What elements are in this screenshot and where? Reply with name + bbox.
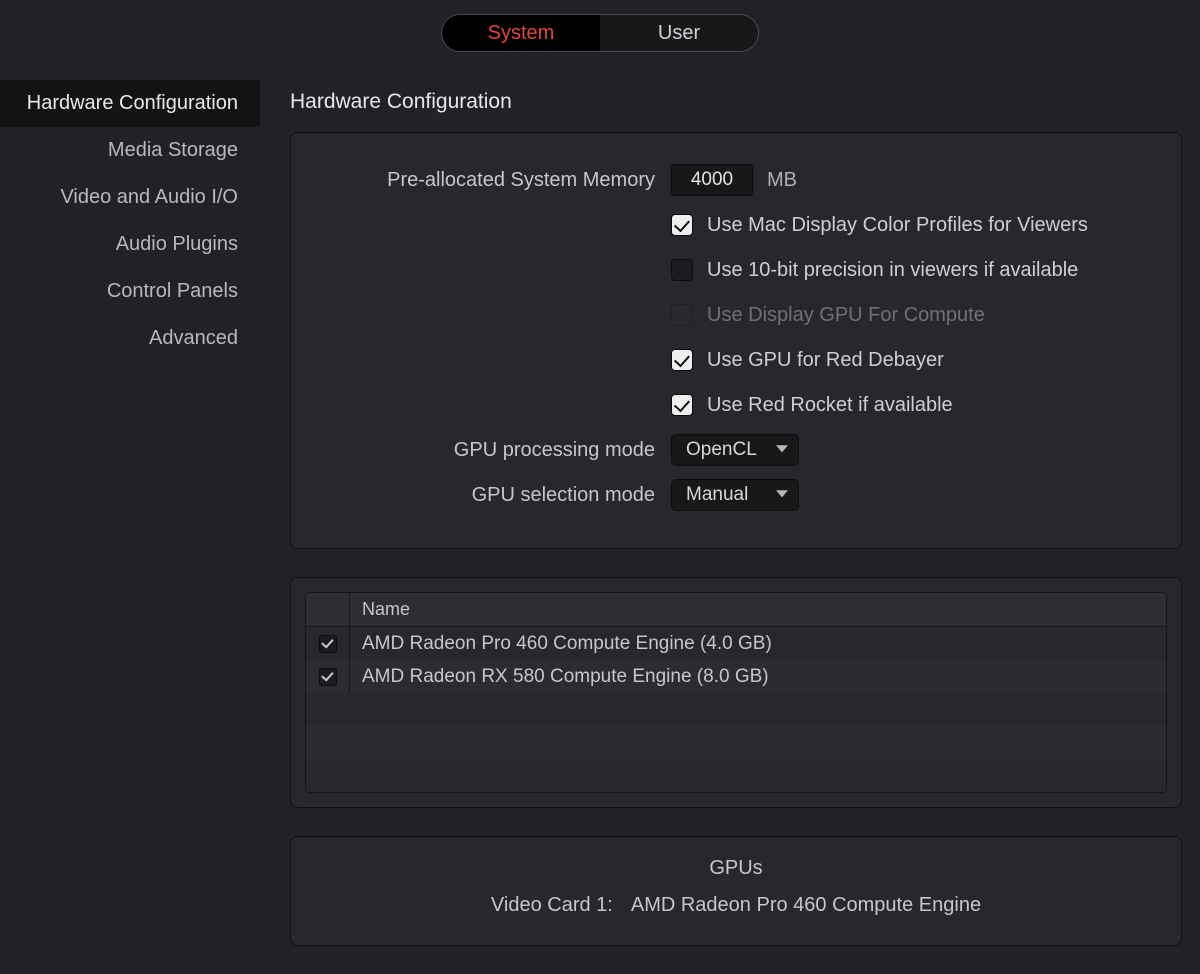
select-gpu-selection-value: Manual — [686, 484, 748, 506]
checkbox-gpu-row-1[interactable] — [319, 668, 337, 686]
label-gpu-selection-mode: GPU selection mode — [321, 484, 671, 507]
panel-hardware-settings: Pre-allocated System Memory MB Use Mac D… — [290, 132, 1182, 549]
label-10bit-precision: Use 10-bit precision in viewers if avail… — [707, 259, 1078, 282]
sidebar-item-hardware-configuration[interactable]: Hardware Configuration — [0, 80, 260, 127]
input-preallocated-memory[interactable] — [671, 164, 753, 196]
panel-gpu-list: Name AMD Radeon Pro 460 Compute Engine (… — [290, 577, 1182, 808]
label-preallocated-memory: Pre-allocated System Memory — [321, 169, 671, 192]
checkbox-display-gpu-compute — [671, 304, 693, 326]
sidebar-item-audio-plugins[interactable]: Audio Plugins — [0, 221, 260, 268]
label-display-gpu-compute: Use Display GPU For Compute — [707, 304, 985, 327]
table-row[interactable]: AMD Radeon Pro 460 Compute Engine (4.0 G… — [306, 627, 1166, 660]
gpu-table: Name AMD Radeon Pro 460 Compute Engine (… — [305, 592, 1167, 793]
checkbox-10bit-precision[interactable] — [671, 259, 693, 281]
checkbox-gpu-row-0[interactable] — [319, 635, 337, 653]
label-mac-display-profiles: Use Mac Display Color Profiles for Viewe… — [707, 214, 1088, 237]
tab-system[interactable]: System — [442, 15, 600, 51]
gpu-name-1: AMD Radeon RX 580 Compute Engine (8.0 GB… — [350, 666, 769, 688]
gpu-table-header-name: Name — [350, 599, 410, 620]
table-row — [306, 693, 1166, 726]
select-gpu-processing-mode[interactable]: OpenCL — [671, 434, 799, 466]
label-gpu-red-debayer: Use GPU for Red Debayer — [707, 349, 944, 372]
gpu-name-0: AMD Radeon Pro 460 Compute Engine (4.0 G… — [350, 633, 772, 655]
table-row — [306, 726, 1166, 759]
chevron-down-icon — [776, 488, 788, 500]
checkbox-red-rocket[interactable] — [671, 394, 693, 416]
tab-user[interactable]: User — [600, 15, 758, 51]
page-title: Hardware Configuration — [290, 90, 1182, 114]
chevron-down-icon — [776, 443, 788, 455]
sidebar-item-control-panels[interactable]: Control Panels — [0, 268, 260, 315]
label-video-card-1: Video Card 1: — [491, 894, 613, 917]
sidebar-item-advanced[interactable]: Advanced — [0, 315, 260, 362]
label-red-rocket: Use Red Rocket if available — [707, 394, 953, 417]
select-gpu-processing-value: OpenCL — [686, 439, 757, 461]
value-video-card-1: AMD Radeon Pro 460 Compute Engine — [631, 894, 981, 917]
system-user-toggle: System User — [441, 14, 759, 52]
label-gpu-processing-mode: GPU processing mode — [321, 439, 671, 462]
sidebar-item-media-storage[interactable]: Media Storage — [0, 127, 260, 174]
table-row[interactable]: AMD Radeon RX 580 Compute Engine (8.0 GB… — [306, 660, 1166, 693]
panel-gpus-info: GPUs Video Card 1: AMD Radeon Pro 460 Co… — [290, 836, 1182, 946]
checkbox-gpu-red-debayer[interactable] — [671, 349, 693, 371]
table-row — [306, 759, 1166, 792]
checkbox-mac-display-profiles[interactable] — [671, 214, 693, 236]
sidebar-item-video-audio-io[interactable]: Video and Audio I/O — [0, 174, 260, 221]
gpus-title: GPUs — [321, 857, 1151, 880]
unit-mb: MB — [767, 169, 797, 192]
select-gpu-selection-mode[interactable]: Manual — [671, 479, 799, 511]
sidebar: Hardware Configuration Media Storage Vid… — [0, 80, 260, 974]
